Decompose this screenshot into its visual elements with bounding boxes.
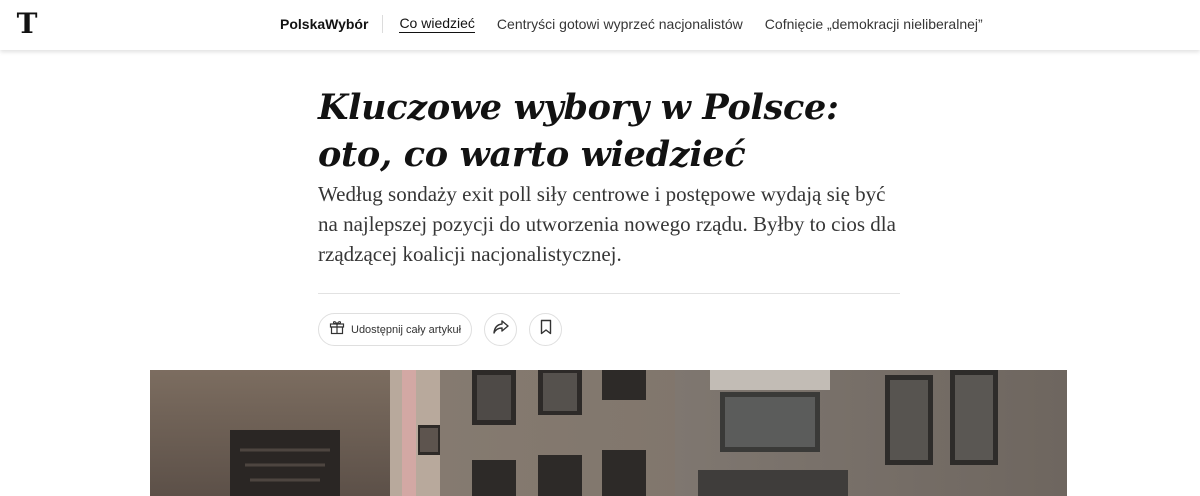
nav-link-co-wiedziec[interactable]: Co wiedzieć (399, 15, 475, 33)
share-full-article-button[interactable]: Udostępnij cały artykuł (318, 313, 473, 346)
bookmark-icon (540, 319, 552, 340)
share-arrow-icon (492, 319, 510, 340)
share-button[interactable] (484, 313, 518, 346)
nyt-logo[interactable]: T (14, 10, 40, 38)
section-nav: PolskaWybór Co wiedzieć Centryści gotowi… (280, 14, 1005, 34)
divider (318, 293, 900, 294)
gift-icon (329, 319, 345, 340)
hero-image (150, 370, 1067, 496)
article-summary: Według sondaży exit poll siły centrowe i… (318, 182, 896, 266)
section-title[interactable]: PolskaWybór (280, 15, 384, 33)
article-actions: Udostępnij cały artykuł (318, 313, 563, 346)
share-full-article-label: Udostępnij cały artykuł (351, 323, 462, 336)
save-bookmark-button[interactable] (529, 313, 563, 346)
article-headline: Kluczowe wybory w Polsce: oto, co warto … (318, 87, 839, 175)
nav-link-cofniecie-demokracji[interactable]: Cofnięcie „demokracji nieliberalnej” (765, 16, 983, 32)
top-navigation-bar: T PolskaWybór Co wiedzieć Centryści goto… (0, 0, 1200, 50)
nav-link-centrysci[interactable]: Centryści gotowi wyprzeć nacjonalistów (497, 16, 743, 32)
